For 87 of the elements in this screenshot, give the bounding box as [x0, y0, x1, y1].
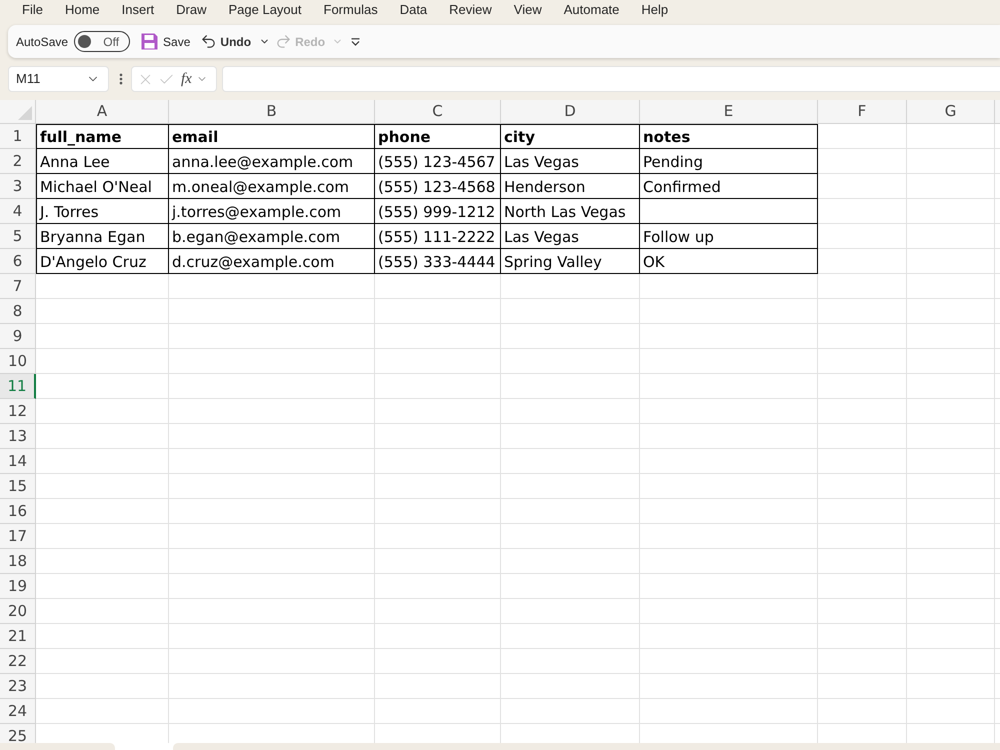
row-header[interactable]: 16	[0, 499, 36, 524]
table-cell: (555) 111-2222	[375, 224, 501, 249]
row-header[interactable]: 4	[0, 199, 36, 224]
column-header[interactable]: D	[501, 100, 640, 124]
column-header[interactable]	[995, 100, 1000, 124]
table-cell: (555) 999-1212	[375, 199, 501, 224]
header-cell: phone	[375, 124, 501, 149]
table-cell: b.egan@example.com	[169, 224, 375, 249]
row-header[interactable]: 17	[0, 524, 36, 549]
row-header[interactable]: 6	[0, 249, 36, 274]
header-cell: email	[169, 124, 375, 149]
triangle-icon	[18, 106, 32, 120]
row-header[interactable]: 18	[0, 549, 36, 574]
menu-item[interactable]: Insert	[110, 2, 166, 18]
formula-input-field[interactable]	[222, 66, 1000, 92]
row-header[interactable]: 8	[0, 299, 36, 324]
toggle-thumb	[78, 35, 92, 48]
table-cell: Spring Valley	[501, 249, 640, 274]
table-cell: Anna Lee	[36, 149, 169, 174]
row-header[interactable]: 3	[0, 174, 36, 199]
save-button[interactable]: Save	[140, 32, 192, 50]
table-cell: Las Vegas	[501, 224, 640, 249]
column-header[interactable]: G	[907, 100, 995, 124]
row-header[interactable]: 22	[0, 649, 36, 674]
header-cell: city	[501, 124, 640, 149]
column-header[interactable]: F	[818, 100, 907, 124]
row-header[interactable]: 13	[0, 424, 36, 449]
table-cell: (555) 333-4444	[375, 249, 501, 274]
header-cell: notes	[640, 124, 818, 149]
save-icon	[141, 33, 158, 50]
row-header[interactable]: 14	[0, 449, 36, 474]
row-header[interactable]: 20	[0, 599, 36, 624]
customize-toolbar-icon[interactable]	[351, 38, 360, 46]
table-cell: anna.lee@example.com	[169, 149, 375, 174]
undo-icon	[200, 33, 218, 50]
row-header[interactable]: 1	[0, 124, 36, 149]
table-cell: D'Angelo Cruz	[36, 249, 169, 274]
row-header[interactable]: 23	[0, 674, 36, 699]
table-cell: Pending	[640, 149, 818, 174]
column-header[interactable]: B	[169, 100, 375, 124]
table-cell: d.cruz@example.com	[169, 249, 375, 274]
menu-item[interactable]: View	[502, 2, 553, 18]
table-cell: OK	[640, 249, 818, 274]
autosave-toggle[interactable]: Off	[74, 31, 130, 52]
row-header[interactable]: 21	[0, 624, 36, 649]
table-cell: m.oneal@example.com	[169, 174, 375, 199]
table-cell: Confirmed	[640, 174, 818, 199]
table-cell: (555) 123-4568	[375, 174, 501, 199]
row-header[interactable]: 15	[0, 474, 36, 499]
row-header[interactable]: 11	[0, 374, 36, 399]
row-header[interactable]: 10	[0, 349, 36, 374]
row-header[interactable]: 5	[0, 224, 36, 249]
row-header[interactable]: 25	[0, 724, 36, 743]
table-cell: Bryanna Egan	[36, 224, 169, 249]
redo-icon	[275, 33, 292, 50]
row-header[interactable]: 7	[0, 274, 36, 299]
row-header[interactable]: 12	[0, 399, 36, 424]
menu-item[interactable]: Formulas	[312, 2, 389, 18]
menu-item[interactable]: File	[11, 2, 54, 18]
table-cell: J. Torres	[36, 199, 169, 224]
menu-item[interactable]: Page Layout	[218, 2, 313, 18]
column-header[interactable]: E	[640, 100, 818, 124]
insert-function-button[interactable]: fx	[179, 71, 192, 87]
row-header[interactable]: 19	[0, 574, 36, 599]
table-cell: Follow up	[640, 224, 818, 249]
table-cell: Las Vegas	[501, 149, 640, 174]
menu-item[interactable]: Home	[54, 2, 111, 18]
table-cell: j.torres@example.com	[169, 199, 375, 224]
table-cell: Henderson	[501, 174, 640, 199]
name-box[interactable]: M11	[8, 66, 109, 92]
table-cell: Michael O'Neal	[36, 174, 169, 199]
select-all-button[interactable]	[0, 100, 36, 124]
menu-item[interactable]: Review	[438, 2, 503, 18]
row-header[interactable]: 2	[0, 149, 36, 174]
table-cell: (555) 123-4567	[375, 149, 501, 174]
menu-item[interactable]: Automate	[552, 2, 630, 18]
column-header[interactable]: C	[375, 100, 501, 124]
column-header[interactable]: A	[36, 100, 169, 124]
header-cell: full_name	[36, 124, 169, 149]
row-header[interactable]: 24	[0, 699, 36, 724]
autosave-label: AutoSave	[16, 34, 68, 50]
undo-button[interactable]: Undo	[200, 32, 252, 50]
menu-item[interactable]: Data	[388, 2, 438, 18]
menu-item[interactable]: Help	[630, 2, 680, 18]
row-header[interactable]: 9	[0, 324, 36, 349]
table-cell: North Las Vegas	[501, 199, 640, 224]
menu-item[interactable]: Draw	[165, 2, 218, 18]
